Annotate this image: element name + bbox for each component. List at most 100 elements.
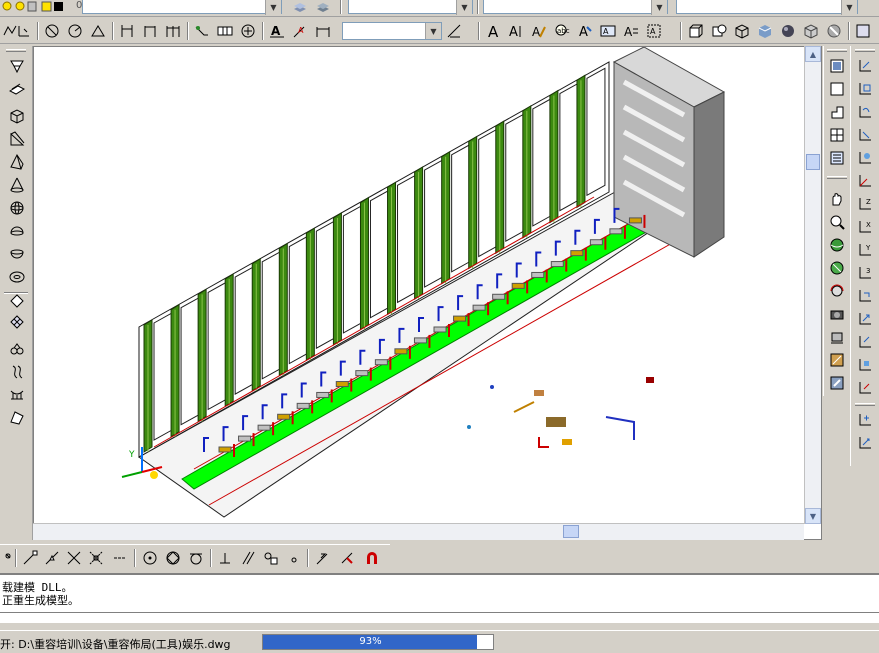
ucs-previous-icon[interactable] xyxy=(855,332,875,352)
mesh-icon[interactable] xyxy=(7,312,27,332)
chevron-down-icon[interactable]: ▼ xyxy=(456,0,472,15)
snap-apparent-icon[interactable] xyxy=(86,548,106,568)
text-style-icon[interactable]: A xyxy=(575,21,595,41)
soldraw-icon[interactable] xyxy=(827,148,847,168)
dome-icon[interactable] xyxy=(7,221,27,241)
dim-edit-icon[interactable]: A xyxy=(267,21,287,41)
adjust-distance-icon[interactable] xyxy=(827,373,847,393)
text-edit-icon[interactable]: A xyxy=(529,21,549,41)
ucs-icon[interactable] xyxy=(14,21,34,41)
dim-linear-icon[interactable] xyxy=(117,21,137,41)
center-mark-icon[interactable] xyxy=(238,21,258,41)
tabulated-surface-icon[interactable] xyxy=(7,362,27,382)
snap-quadrant-icon[interactable] xyxy=(163,548,183,568)
layout-icon[interactable] xyxy=(827,56,847,76)
continuous-orbit-icon[interactable] xyxy=(827,281,847,301)
layer-previous-icon[interactable] xyxy=(290,0,310,17)
temp-track-icon[interactable] xyxy=(0,548,20,568)
text-a-icon[interactable]: A xyxy=(483,21,503,41)
scale-text-icon[interactable]: A xyxy=(598,21,618,41)
ucs-manager-icon[interactable] xyxy=(855,433,875,453)
spell-check-icon[interactable]: A xyxy=(644,21,664,41)
extrude-icon[interactable] xyxy=(7,56,27,76)
sphere-wire-icon[interactable] xyxy=(7,198,27,218)
tolerance-icon[interactable] xyxy=(215,21,235,41)
node-icon[interactable] xyxy=(284,548,304,568)
dim-style-icon[interactable] xyxy=(444,21,464,41)
chevron-down-icon[interactable]: ▼ xyxy=(265,0,281,15)
snap-extension-icon[interactable] xyxy=(110,548,130,568)
snap-endpoint-icon[interactable] xyxy=(20,548,40,568)
snap-center-icon[interactable] xyxy=(140,548,160,568)
ucs-world-icon[interactable] xyxy=(855,56,875,76)
swivel-icon[interactable] xyxy=(827,327,847,347)
magnet-icon[interactable] xyxy=(362,548,382,568)
dim-update-icon[interactable] xyxy=(313,21,333,41)
dim-style-dropdown[interactable]: ▼ xyxy=(342,22,442,40)
ucs-x-icon[interactable]: X xyxy=(855,217,875,237)
ucs-object-icon[interactable] xyxy=(855,79,875,99)
solview-icon[interactable] xyxy=(827,125,847,145)
3d-face-icon[interactable] xyxy=(7,408,27,428)
perpendicular-icon[interactable] xyxy=(215,548,235,568)
ucs-y-icon[interactable]: Y xyxy=(855,240,875,260)
parallel-icon[interactable] xyxy=(238,548,258,568)
dim-continue-icon[interactable] xyxy=(163,21,183,41)
pyramid-icon[interactable] xyxy=(7,152,27,172)
text-single-icon[interactable]: A xyxy=(506,21,526,41)
circle-dim-icon[interactable] xyxy=(65,21,85,41)
ucs-named-icon[interactable] xyxy=(855,309,875,329)
snap-none-icon[interactable] xyxy=(337,548,357,568)
horizontal-scrollbar[interactable] xyxy=(33,523,804,540)
box-icon[interactable] xyxy=(7,106,27,126)
linetype-dropdown[interactable]: ▼ xyxy=(483,0,668,15)
angle-icon[interactable] xyxy=(42,21,62,41)
scroll-up-icon[interactable]: ▲ xyxy=(805,46,821,62)
horizontal-scroll-thumb[interactable] xyxy=(563,525,579,538)
layer-stack-icon[interactable] xyxy=(313,0,333,17)
orbit-icon[interactable] xyxy=(827,235,847,255)
chevron-down-icon[interactable]: ▼ xyxy=(425,23,441,39)
viewport-icon[interactable] xyxy=(827,79,847,99)
leader-icon[interactable] xyxy=(192,21,212,41)
ucs-3-icon[interactable]: 3 xyxy=(855,263,875,283)
insert-icon[interactable] xyxy=(261,548,281,568)
chevron-down-icon[interactable]: ▼ xyxy=(841,0,857,15)
dim-aligned-icon[interactable] xyxy=(140,21,160,41)
shade-icon[interactable] xyxy=(755,21,775,41)
revolved-surface-icon[interactable] xyxy=(7,339,27,359)
sphere-icon[interactable] xyxy=(778,21,798,41)
layer-dropdown[interactable]: ▼ xyxy=(82,0,282,15)
vertical-scrollbar[interactable]: ▲ ▼ xyxy=(804,46,821,524)
snap-midpoint-icon[interactable] xyxy=(42,548,62,568)
ucs-settings-icon[interactable] xyxy=(855,410,875,430)
ucs-rotate-icon[interactable] xyxy=(855,378,875,398)
dim-text-edit-icon[interactable]: A xyxy=(290,21,310,41)
find-text-icon[interactable]: abc xyxy=(552,21,572,41)
cube-icon[interactable] xyxy=(801,21,821,41)
ucs-view-icon[interactable] xyxy=(855,148,875,168)
region-icon[interactable] xyxy=(709,21,729,41)
torus-icon[interactable] xyxy=(7,267,27,287)
zoom-realtime-icon[interactable] xyxy=(827,212,847,232)
layers-icon[interactable] xyxy=(7,79,27,99)
hide-icon[interactable] xyxy=(686,21,706,41)
orbit-free-icon[interactable] xyxy=(827,258,847,278)
ucs-move-icon[interactable] xyxy=(855,355,875,375)
profile-icon[interactable] xyxy=(827,102,847,122)
scroll-down-icon[interactable]: ▼ xyxy=(805,508,821,524)
ucs-zaxis-icon[interactable]: Z xyxy=(855,194,875,214)
layer-state-icons[interactable] xyxy=(2,0,72,14)
snap-nearest-icon[interactable] xyxy=(313,548,333,568)
camera-icon[interactable] xyxy=(827,304,847,324)
drawing-canvas[interactable]: Y xyxy=(33,46,822,540)
dish-icon[interactable] xyxy=(7,244,27,264)
view-top-icon[interactable] xyxy=(853,21,873,41)
lineweight-dropdown[interactable]: ▼ xyxy=(676,0,858,15)
cone-icon[interactable] xyxy=(7,175,27,195)
color-dropdown[interactable]: ▼ xyxy=(348,0,473,15)
ucs-apply-icon[interactable] xyxy=(855,286,875,306)
toolbar-grip[interactable] xyxy=(6,49,26,52)
ruled-surface-icon[interactable] xyxy=(7,385,27,405)
vertical-scroll-thumb[interactable] xyxy=(806,154,820,170)
